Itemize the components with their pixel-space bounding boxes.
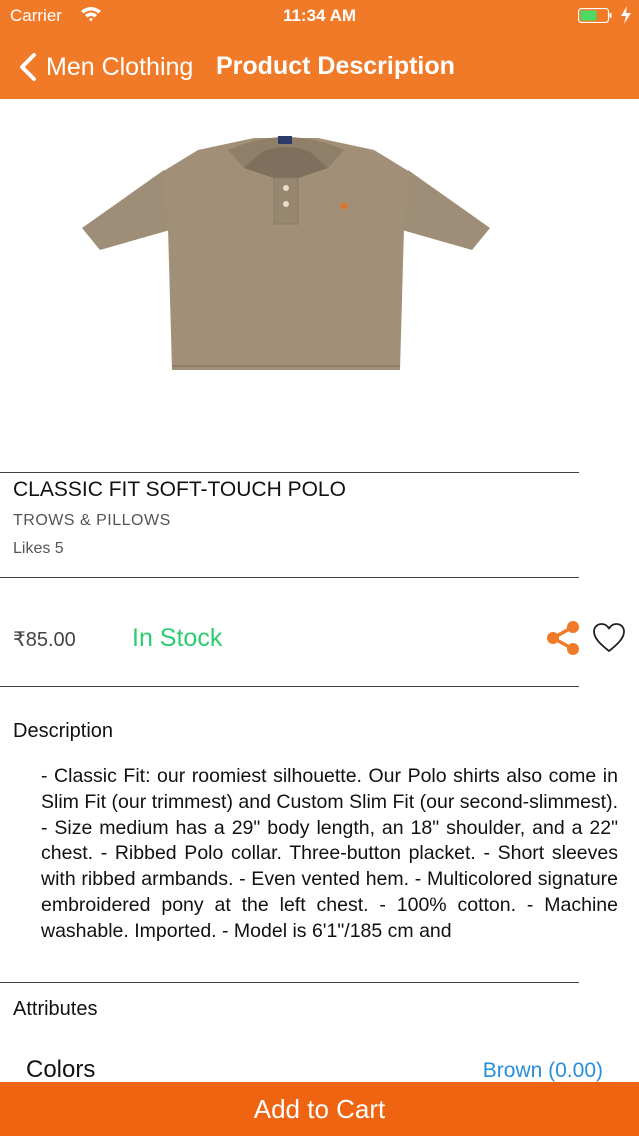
status-bar: Carrier 11:34 AM — [0, 0, 639, 32]
back-label: Men Clothing — [46, 52, 194, 81]
description-text: - Classic Fit: our roomiest silhouette. … — [41, 765, 618, 942]
divider — [0, 982, 579, 983]
product-brand: TROWS & PILLOWS — [13, 512, 171, 529]
add-to-cart-label: Add to Cart — [253, 1093, 386, 1124]
add-to-cart-button[interactable]: Add to Cart — [0, 1082, 639, 1136]
colors-value[interactable]: Brown (0.00) — [483, 1059, 603, 1083]
heart-icon[interactable] — [592, 622, 626, 654]
navigation-bar: Men Clothing Product Description — [0, 44, 639, 88]
divider — [0, 577, 579, 578]
product-price: ₹85.00 — [13, 629, 76, 651]
divider — [0, 472, 579, 473]
status-time: 11:34 AM — [282, 6, 357, 25]
colors-label: Colors — [26, 1056, 96, 1083]
product-name: CLASSIC FIT SOFT-TOUCH POLO — [13, 478, 346, 501]
charging-icon — [621, 6, 631, 24]
likes-count: Likes 5 — [13, 540, 64, 557]
share-icon[interactable] — [545, 620, 581, 656]
page-title: Product Description — [216, 52, 455, 80]
description-heading: Description — [13, 720, 114, 742]
back-button[interactable]: Men Clothing — [18, 50, 193, 84]
polo-shirt-image — [82, 136, 490, 370]
attributes-heading: Attributes — [13, 998, 98, 1020]
stock-status: In Stock — [132, 624, 223, 652]
battery-icon — [578, 8, 612, 23]
back-chevron-icon — [20, 53, 36, 81]
divider — [0, 686, 579, 687]
header-bar: Carrier 11:34 AM Men Clothing Product De… — [0, 0, 639, 99]
